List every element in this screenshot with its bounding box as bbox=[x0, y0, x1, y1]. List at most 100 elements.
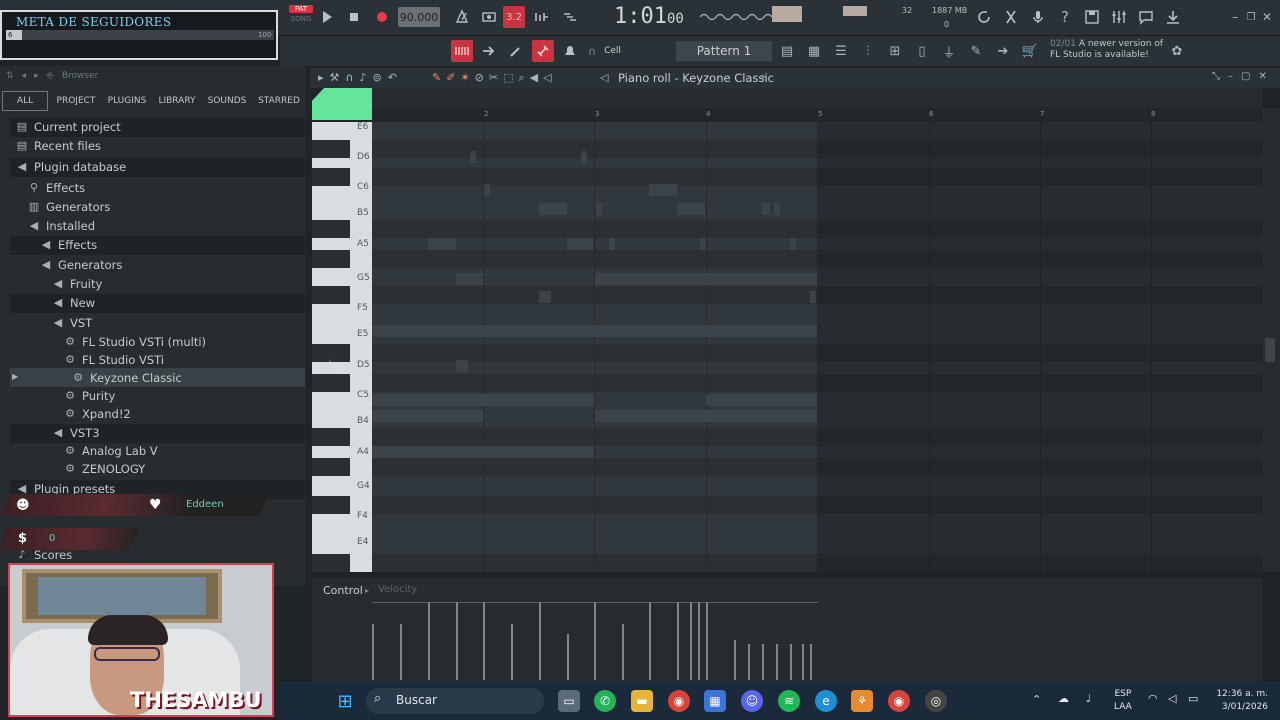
note[interactable] bbox=[428, 238, 456, 250]
velocity-bar[interactable] bbox=[698, 602, 700, 680]
browser-item-keyzone-classic[interactable]: ⚙ Keyzone Classic bbox=[72, 368, 182, 387]
save-button[interactable] bbox=[1081, 6, 1103, 28]
stamp-button[interactable] bbox=[559, 40, 581, 62]
select-tool-icon[interactable]: ⬚ bbox=[503, 71, 513, 85]
note[interactable] bbox=[372, 410, 483, 422]
browser-item-current-project[interactable]: ▤ Current project bbox=[16, 117, 121, 136]
arrow-button[interactable] bbox=[478, 40, 500, 62]
black-key[interactable] bbox=[312, 168, 350, 186]
velocity-bar[interactable] bbox=[622, 624, 624, 680]
tool-button-7[interactable]: ⏚ bbox=[938, 40, 960, 62]
browser-item-generators[interactable]: ▥ Generators bbox=[28, 197, 111, 216]
piano-keyboard[interactable]: E6 D6 C6 B5 A5 G5 F5 E5 D5 C5 B4 A4 G4 F… bbox=[312, 122, 372, 572]
note[interactable] bbox=[609, 238, 615, 250]
playback-tool-icon[interactable]: ◀ bbox=[530, 71, 538, 85]
paint-tool-icon[interactable]: ✐ bbox=[446, 71, 455, 85]
browser-item-vst[interactable]: ◀ VST bbox=[52, 313, 92, 332]
countdown-button[interactable]: 3.2 bbox=[503, 6, 525, 28]
note[interactable] bbox=[567, 238, 593, 250]
stop-button[interactable] bbox=[343, 6, 365, 28]
tab-sounds[interactable]: SOUNDS bbox=[205, 91, 249, 111]
slice-tool-icon[interactable]: ✂ bbox=[489, 71, 498, 85]
chat-button[interactable] bbox=[1135, 6, 1157, 28]
record-button[interactable] bbox=[371, 6, 393, 28]
blend-notes-button[interactable] bbox=[559, 6, 581, 28]
help-button[interactable]: ? bbox=[1054, 6, 1076, 28]
control-label[interactable]: Control bbox=[323, 584, 363, 597]
tab-all[interactable]: ALL bbox=[2, 91, 48, 111]
velocity-lane[interactable] bbox=[372, 598, 818, 680]
browser-item-analog-lab-v[interactable]: ⚙ Analog Lab V bbox=[64, 441, 158, 460]
pat-song-switch[interactable]: PAT SONG bbox=[289, 5, 313, 31]
close-icon[interactable]: ✕ bbox=[1258, 71, 1266, 82]
edge-button[interactable]: e bbox=[815, 690, 837, 712]
spotify-button[interactable]: ≋ bbox=[778, 690, 800, 712]
note[interactable] bbox=[700, 238, 706, 250]
velocity-bar[interactable] bbox=[762, 644, 764, 680]
note[interactable] bbox=[456, 360, 468, 372]
tray-chevron-icon[interactable]: ⌃ bbox=[1032, 693, 1041, 706]
speaker-icon[interactable]: ◁ bbox=[543, 71, 551, 85]
velocity-bar[interactable] bbox=[400, 624, 402, 680]
velocity-bar[interactable] bbox=[567, 634, 569, 680]
clock[interactable]: 12:36 a. m. 3/01/2026 bbox=[1208, 688, 1268, 714]
menu-arrow-icon[interactable]: ▸ bbox=[318, 71, 324, 84]
black-key[interactable] bbox=[312, 220, 350, 238]
metronome-button[interactable] bbox=[451, 6, 473, 28]
language-indicator[interactable]: ESP LAA bbox=[1114, 688, 1132, 714]
piano-roll-button[interactable] bbox=[451, 40, 473, 62]
velocity-bar[interactable] bbox=[802, 644, 804, 680]
close-app-button[interactable]: ✕ bbox=[1256, 6, 1278, 28]
note[interactable] bbox=[810, 291, 816, 303]
browser-item-installed-generators[interactable]: ◀ Generators bbox=[40, 255, 123, 274]
detach-icon[interactable]: ⤡ bbox=[1212, 71, 1220, 82]
mixer-button[interactable] bbox=[1108, 6, 1130, 28]
browser-item-installed[interactable]: ◀ Installed bbox=[28, 216, 95, 235]
play-button[interactable] bbox=[316, 6, 338, 28]
browser-item-effects[interactable]: ⚲ Effects bbox=[28, 178, 85, 197]
tool-button-9[interactable]: ➔ bbox=[992, 40, 1014, 62]
velocity-bar[interactable] bbox=[734, 640, 736, 680]
undo-history-button[interactable] bbox=[973, 6, 995, 28]
velocity-bar[interactable] bbox=[649, 602, 651, 680]
note[interactable] bbox=[484, 184, 490, 196]
battery-icon[interactable]: ▭ bbox=[1188, 692, 1198, 705]
velocity-bar[interactable] bbox=[594, 602, 596, 680]
delete-tool-icon[interactable]: ✶ bbox=[460, 71, 469, 85]
update-notice[interactable]: 02/01 A newer version of FL Studio is av… bbox=[1050, 39, 1180, 61]
velocity-bar[interactable] bbox=[511, 624, 513, 680]
master-pitch-slider[interactable] bbox=[843, 6, 867, 16]
note[interactable] bbox=[372, 325, 817, 337]
velocity-bar[interactable] bbox=[456, 602, 458, 680]
song-position-display[interactable]: 1:0100 bbox=[614, 4, 686, 32]
tab-library[interactable]: LIBRARY bbox=[155, 91, 199, 111]
tray-cloud-icon[interactable]: ☁ bbox=[1058, 692, 1069, 705]
explorer-button[interactable]: ▬ bbox=[631, 690, 653, 712]
note[interactable] bbox=[539, 291, 551, 303]
back-icon[interactable]: ◂ bbox=[22, 71, 27, 81]
velocity-bar[interactable] bbox=[372, 624, 374, 680]
velocity-bar[interactable] bbox=[810, 644, 812, 680]
master-volume-slider[interactable] bbox=[772, 6, 802, 22]
note[interactable] bbox=[677, 203, 705, 215]
arrows-icon[interactable]: ⇅ bbox=[6, 71, 14, 81]
expand-arrow-icon[interactable]: ▶ bbox=[12, 372, 18, 381]
tray-mic-icon[interactable]: ♩ bbox=[1086, 692, 1091, 705]
note[interactable] bbox=[774, 203, 780, 215]
pattern-selector[interactable]: Pattern 1 bbox=[676, 41, 772, 61]
note[interactable] bbox=[595, 273, 817, 285]
black-key[interactable] bbox=[312, 374, 350, 392]
tempo-display[interactable]: 90.000 bbox=[398, 7, 440, 27]
stamp-icon[interactable]: ⊜ bbox=[373, 71, 382, 84]
obs-button[interactable]: ◎ bbox=[925, 690, 947, 712]
wait-input-button[interactable] bbox=[478, 6, 500, 28]
link-button[interactable] bbox=[532, 40, 554, 62]
mute-tool-icon[interactable]: ⊘ bbox=[475, 71, 484, 85]
tab-starred[interactable]: STARRED bbox=[254, 91, 304, 111]
note-icon[interactable]: ♪ bbox=[359, 71, 366, 84]
browser-item-vst3[interactable]: ◀ VST3 bbox=[52, 423, 100, 442]
note[interactable] bbox=[581, 151, 587, 163]
taskview-button[interactable]: ▭ bbox=[558, 690, 580, 712]
forward-icon[interactable]: ▸ bbox=[34, 71, 39, 81]
pencil-tool-icon[interactable]: ✎ bbox=[432, 71, 441, 85]
